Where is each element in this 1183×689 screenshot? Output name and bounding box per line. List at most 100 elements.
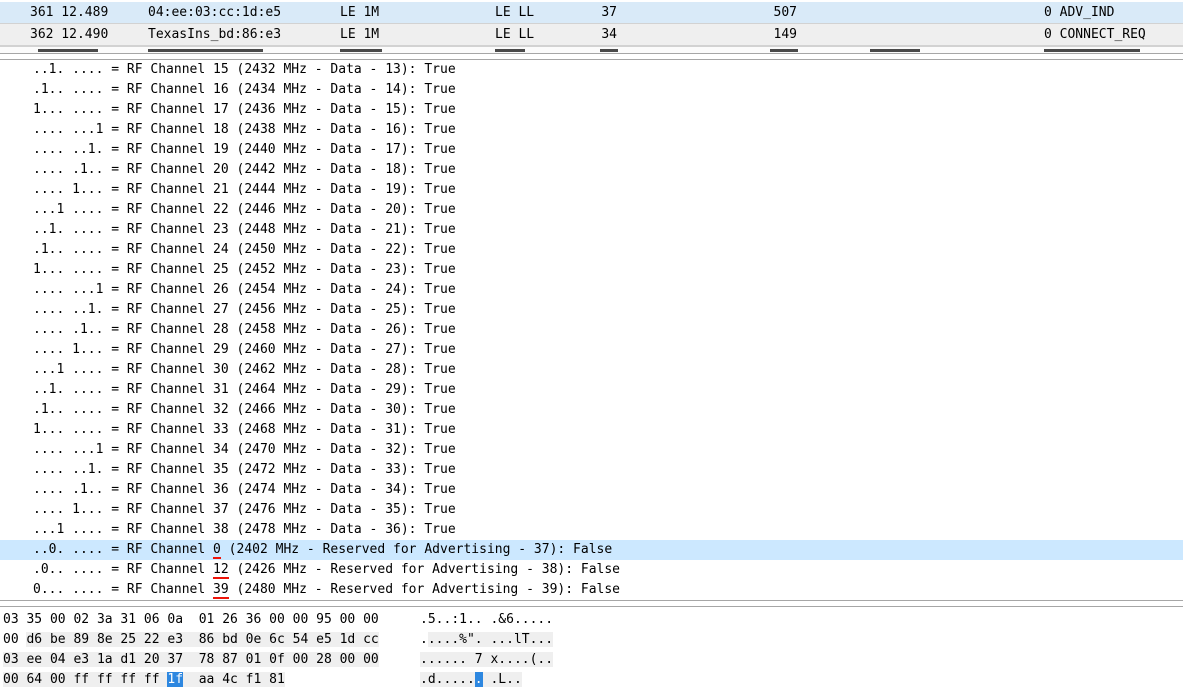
ascii-char: . (474, 632, 483, 647)
detail-tree-row[interactable]: .... ..1. = RF Channel 35 (2472 MHz - Da… (0, 460, 1183, 480)
detail-tree-row[interactable]: ...1 .... = RF Channel 30 (2462 MHz - Da… (0, 360, 1183, 380)
detail-tree-row[interactable]: .... 1... = RF Channel 21 (2444 MHz - Da… (0, 180, 1183, 200)
packet-no-time: 362 12.490 (30, 27, 109, 42)
hex-byte: bd (222, 632, 238, 647)
hex-gap (237, 672, 246, 687)
hex-gap (308, 652, 317, 667)
bitfield-suffix: (2458 MHz - Data - 26): True (228, 322, 456, 337)
detail-tree-row[interactable]: ...1 .... = RF Channel 38 (2478 MHz - Da… (0, 520, 1183, 540)
bitfield-prefix: .1.. .... = RF Channel (33, 82, 214, 97)
detail-tree-row[interactable]: .... ...1 = RF Channel 26 (2454 MHz - Da… (0, 280, 1183, 300)
hex-row[interactable]: 03 ee 04 e3 1a d1 20 37 78 87 01 0f 00 2… (0, 650, 1183, 670)
pane-splitter-bottom[interactable] (0, 600, 1183, 607)
detail-tree-row[interactable]: .... .1.. = RF Channel 20 (2442 MHz - Da… (0, 160, 1183, 180)
ascii-char: . (506, 672, 514, 687)
detail-tree-row[interactable]: .... 1... = RF Channel 37 (2476 MHz - Da… (0, 500, 1183, 520)
bitfield-suffix: (2438 MHz - Data - 16): True (228, 122, 456, 137)
hex-gap (308, 612, 316, 627)
bitfield-prefix: ...1 .... = RF Channel (33, 202, 214, 217)
hex-byte: 36 (245, 612, 262, 627)
detail-tree-row[interactable]: .... ...1 = RF Channel 34 (2470 MHz - Da… (0, 440, 1183, 460)
hex-gap (183, 672, 199, 687)
detail-tree-row[interactable]: .1.. .... = RF Channel 32 (2466 MHz - Da… (0, 400, 1183, 420)
packet-no-time: 361 12.489 (30, 5, 109, 20)
packet-info: 0 ADV_IND (1044, 5, 1115, 20)
detail-tree-row[interactable]: .... ..1. = RF Channel 27 (2456 MHz - Da… (0, 300, 1183, 320)
hex-byte: 00 (269, 612, 285, 627)
hex-gap (136, 632, 144, 647)
ascii-char: L (498, 672, 507, 687)
hex-gap (214, 632, 223, 647)
hex-row[interactable]: 00 64 00 ff ff ff ff 1f aa 4c f1 81 .d...… (0, 670, 1183, 689)
hex-gap (237, 632, 246, 647)
detail-tree-row[interactable]: .... ...1 = RF Channel 18 (2438 MHz - Da… (0, 120, 1183, 140)
detail-tree-row[interactable]: .0.. .... = RF Channel 12 (2426 MHz - Re… (0, 560, 1183, 580)
detail-tree-row[interactable]: ..1. .... = RF Channel 23 (2448 MHz - Da… (0, 220, 1183, 240)
detail-tree-row[interactable]: .... ..1. = RF Channel 19 (2440 MHz - Da… (0, 140, 1183, 160)
channel-number: 26 (213, 282, 229, 297)
detail-tree-row[interactable]: .... .1.. = RF Channel 36 (2474 MHz - Da… (0, 480, 1183, 500)
ascii-char: . (451, 652, 460, 667)
hex-byte: ee (26, 652, 43, 667)
bitfield-prefix: .... ..1. = RF Channel (33, 462, 214, 477)
ascii-char: . (459, 652, 467, 667)
detail-tree-row[interactable]: .... 1... = RF Channel 29 (2460 MHz - Da… (0, 340, 1183, 360)
channel-number: 27 (213, 302, 229, 317)
hex-row[interactable]: 00 d6 be 89 8e 25 22 e3 86 bd 0e 6c 54 e… (0, 630, 1183, 650)
ascii-char: . (474, 612, 483, 627)
hex-gap (42, 612, 50, 627)
ascii-char: . (466, 672, 475, 687)
detail-tree-row[interactable]: 1... .... = RF Channel 33 (2468 MHz - Da… (0, 420, 1183, 440)
bitfield-prefix: ..0. .... = RF Channel (33, 542, 214, 557)
bitfield-prefix: .... ...1 = RF Channel (33, 442, 214, 457)
packet-row[interactable]: 361 12.489 04:ee:03:cc:1d:e5 LE 1M LE LL 37 5… (0, 2, 1183, 24)
detail-tree-row[interactable]: .1.. .... = RF Channel 16 (2434 MHz - Da… (0, 80, 1183, 100)
detail-tree-row[interactable]: ...1 .... = RF Channel 22 (2446 MHz - Da… (0, 200, 1183, 220)
bitfield-prefix: .... ...1 = RF Channel (33, 282, 214, 297)
detail-tree-row[interactable]: 0... .... = RF Channel 39 (2480 MHz - Re… (0, 580, 1183, 600)
hex-byte: 1f (167, 672, 184, 687)
hex-byte: 01 (245, 652, 262, 667)
hex-gap (237, 652, 246, 667)
bitfield-prefix: .... .1.. = RF Channel (33, 482, 214, 497)
hex-byte: 0e (245, 632, 262, 647)
channel-number: 25 (213, 262, 229, 277)
bitfield-prefix: .1.. .... = RF Channel (33, 242, 214, 257)
hex-byte: ff (120, 672, 137, 687)
detail-tree-row[interactable]: ..0. .... = RF Channel 0 (2402 MHz - Res… (0, 540, 1183, 560)
ascii-char: . (420, 672, 428, 687)
hex-gap (183, 632, 199, 647)
bitfield-prefix: .... 1... = RF Channel (33, 502, 214, 517)
ascii-char: T (521, 632, 530, 647)
ascii-char: 5 (427, 612, 436, 627)
ascii-bytes: .5..:1.. .&6..... (420, 610, 553, 630)
bitfield-suffix: (2460 MHz - Data - 27): True (228, 342, 456, 357)
hex-bytes: 00 64 00 ff ff ff ff 1f aa 4c f1 81 (3, 670, 285, 689)
hex-gap (261, 652, 270, 667)
bitfield-suffix: (2426 MHz - Reserved for Advertising - 3… (228, 562, 621, 577)
hex-row[interactable]: 03 35 00 02 3a 31 06 0a 01 26 36 00 00 9… (0, 610, 1183, 630)
hex-gap (42, 652, 50, 667)
channel-number: 34 (213, 442, 229, 457)
pane-splitter-top[interactable] (0, 53, 1183, 60)
channel-number: 33 (213, 422, 229, 437)
detail-tree-row[interactable]: .1.. .... = RF Channel 24 (2450 MHz - Da… (0, 240, 1183, 260)
hex-gap (261, 632, 270, 647)
ascii-char (466, 652, 475, 667)
packet-length: 34 (601, 27, 617, 42)
hex-gap (214, 612, 222, 627)
channel-number: 35 (213, 462, 229, 477)
detail-tree-row[interactable]: ..1. .... = RF Channel 31 (2464 MHz - Da… (0, 380, 1183, 400)
detail-tree-row[interactable]: ..1. .... = RF Channel 15 (2432 MHz - Da… (0, 60, 1183, 80)
bitfield-prefix: ..1. .... = RF Channel (33, 222, 214, 237)
hex-byte: 00 (49, 672, 66, 687)
bitfield-prefix: .... ...1 = RF Channel (33, 122, 214, 137)
ascii-char: . (545, 652, 554, 667)
packet-row[interactable]: 362 12.490 TexasIns_bd:86:e3 LE 1M LE LL 34 1… (0, 24, 1183, 46)
detail-tree-row[interactable]: 1... .... = RF Channel 17 (2436 MHz - Da… (0, 100, 1183, 120)
channel-number: 24 (213, 242, 229, 257)
bitfield-suffix: (2464 MHz - Data - 29): True (228, 382, 456, 397)
detail-tree-row[interactable]: 1... .... = RF Channel 25 (2452 MHz - Da… (0, 260, 1183, 280)
detail-tree-row[interactable]: .... .1.. = RF Channel 28 (2458 MHz - Da… (0, 320, 1183, 340)
hex-byte: 22 (143, 632, 160, 647)
